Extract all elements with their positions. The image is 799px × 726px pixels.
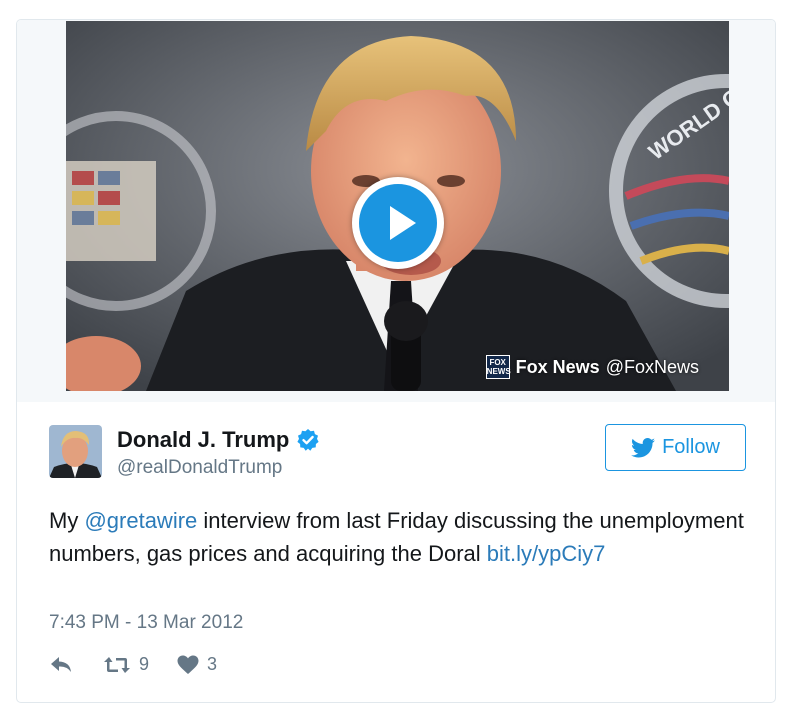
follow-button[interactable]: Follow — [605, 424, 746, 471]
play-icon — [359, 184, 437, 262]
tweet-actions: 9 3 — [49, 654, 217, 675]
twitter-bird-icon — [631, 437, 656, 457]
tweet-text-start: My — [49, 508, 85, 533]
author-display-name[interactable]: Donald J. Trump — [117, 427, 289, 453]
media-band: WORLD G FOX NEWS Fox News @FoxNews — [17, 20, 775, 402]
fox-news-logo: FOX NEWS — [485, 355, 511, 379]
embedded-tweet-card: WORLD G FOX NEWS Fox News @FoxNews Donal… — [16, 19, 776, 703]
play-button[interactable] — [352, 177, 444, 269]
video-source[interactable]: FOX NEWS Fox News @FoxNews — [485, 355, 699, 379]
video-player[interactable]: WORLD G FOX NEWS Fox News @FoxNews — [66, 21, 729, 391]
follow-label: Follow — [662, 436, 720, 458]
retweet-count: 9 — [139, 654, 150, 674]
like-count: 3 — [207, 654, 218, 674]
like-button[interactable]: 3 — [177, 654, 217, 675]
url-link[interactable]: bit.ly/ypCiy7 — [487, 541, 606, 566]
source-handle: @FoxNews — [605, 356, 699, 377]
heart-icon — [177, 655, 199, 674]
reply-icon — [51, 656, 71, 672]
author-name-row[interactable]: Donald J. Trump — [117, 427, 320, 453]
source-name: Fox News — [515, 356, 600, 377]
retweet-button[interactable]: 9 — [103, 654, 149, 675]
retweet-icon — [104, 656, 130, 673]
tweet-timestamp[interactable]: 7:43 PM - 13 Mar 2012 — [49, 612, 243, 634]
avatar[interactable] — [49, 425, 102, 478]
verified-badge-icon — [297, 429, 319, 451]
tweet-text: My @gretawire interview from last Friday… — [49, 504, 749, 570]
reply-button[interactable] — [49, 656, 73, 674]
mention-link[interactable]: @gretawire — [84, 508, 197, 533]
author-handle[interactable]: @realDonaldTrump — [117, 457, 282, 479]
